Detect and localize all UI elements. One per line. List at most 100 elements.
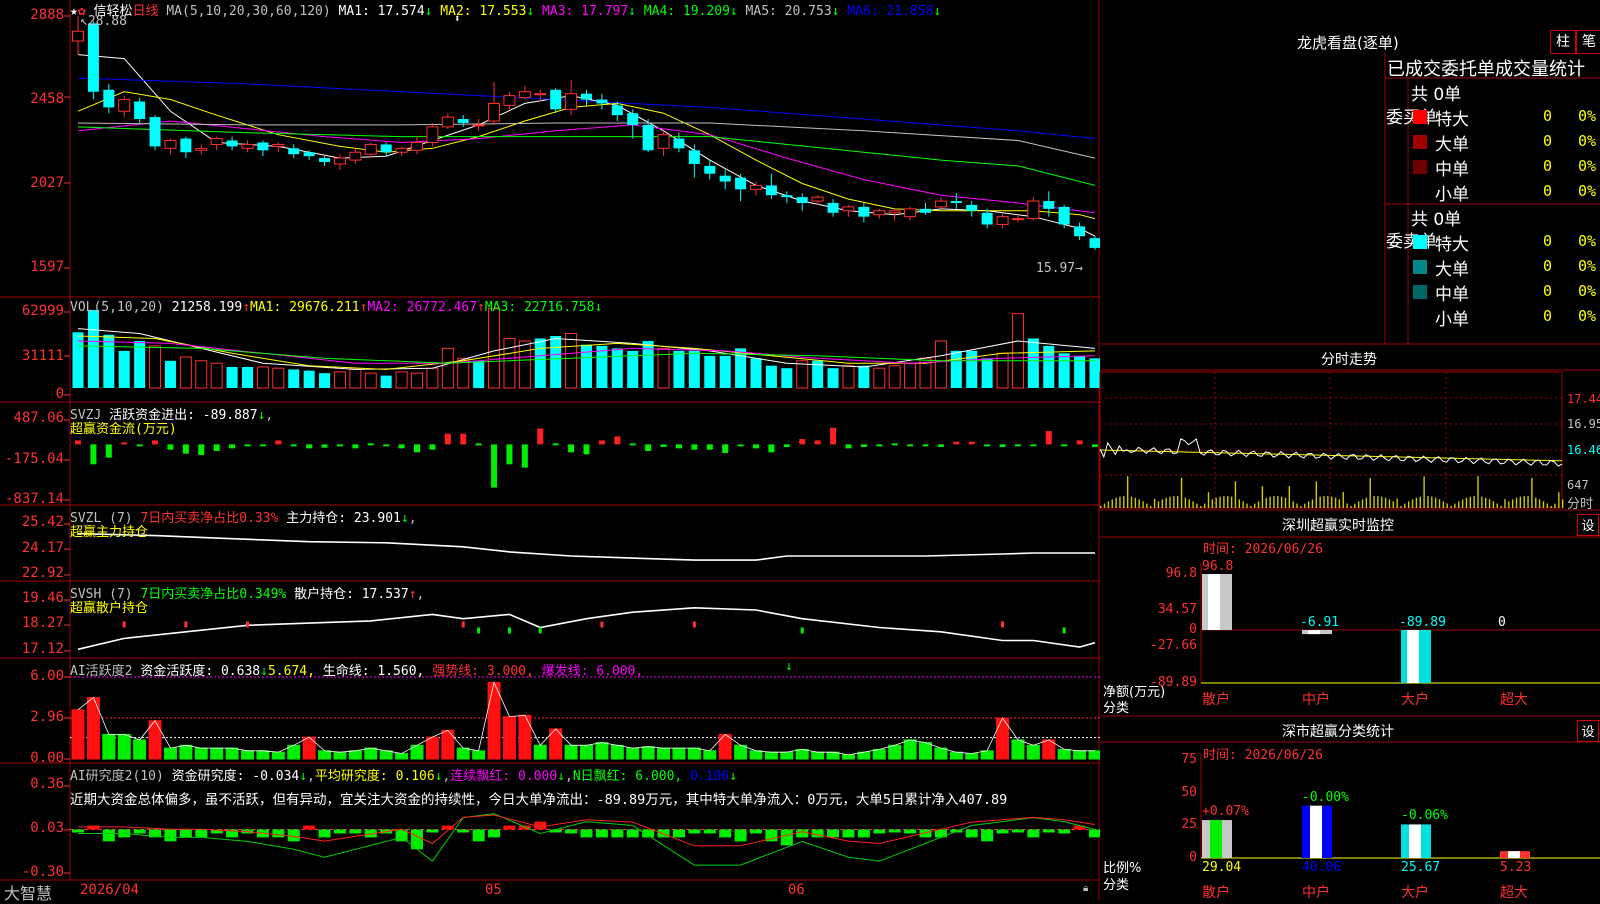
intraday-volume-bar [1473,496,1475,508]
volume-bar [164,360,176,388]
fund-flow-bar [229,444,236,449]
bar-mode-button[interactable]: 柱 [1550,30,1576,54]
activity-bar [163,747,177,760]
intraday-volume-bar [1446,503,1448,508]
intraday-volume-bar [1296,503,1298,508]
intraday-volume-bar [1434,497,1437,508]
retail-tick [1062,627,1066,634]
star-icon[interactable]: ★ [70,4,78,19]
volume-bar [473,360,485,388]
y-label-svzj-2: -837.14 [4,491,64,507]
monitor-settings-button[interactable]: 设 [1577,514,1599,536]
research-bar [565,829,578,834]
classify-change-label: +0.07% [1202,804,1249,820]
fund-flow-bar [568,444,575,453]
fund-flow-bar [336,444,343,447]
volume-bar [303,370,315,388]
intraday-volume-bar [1115,497,1117,508]
buy-row-swatch [1413,185,1427,199]
volume-bar [888,365,901,389]
classify-settings-button[interactable]: 设 [1577,720,1599,742]
candle-body [164,140,177,149]
monitor-bar [1202,574,1232,630]
vol-header: VOL(5,10,20) 21258.199↑MA1: 29676.211↑MA… [70,300,602,315]
intraday-volume-bar [1511,499,1514,508]
intraday-volume-bar [1196,503,1198,508]
intraday-volume-bar [1538,499,1541,508]
volume-bar [488,308,501,389]
activity-bar [364,747,378,760]
candle-body [581,93,592,100]
intraday-volume-bar [1165,497,1167,508]
intraday-volume-bar [1146,503,1148,508]
volume-bar [380,375,392,388]
fund-flow-bar [321,444,328,448]
period-label[interactable]: 日线 [133,4,159,19]
fund-flow-bar [398,444,405,449]
ma-legend-item: MA6: 21.858 [847,4,934,19]
fund-flow-bar [367,443,374,446]
intraday-volume-bar [1400,505,1402,508]
candle-body [288,148,300,155]
lock-icon[interactable]: 🔒︎ [1083,883,1088,894]
intraday-volume-bar [1280,496,1283,508]
intraday-volume-bar [1508,501,1510,508]
candle-body [457,119,469,123]
activity-bar [194,747,208,760]
volume-bar [827,368,839,388]
candle-body [735,177,747,190]
volume-bar [364,372,377,389]
research-bar [349,829,362,834]
y-label-main-0: 2888 [30,7,64,23]
intraday-volume-bar [1423,476,1425,508]
intraday-volume-bar [1415,497,1418,508]
ai-research-a3: ↓ [557,769,565,784]
research-bar [303,825,316,830]
research-bar [179,829,192,838]
ai-active-t4: 强势线: [432,664,480,679]
candle-body [441,116,454,128]
intraday-volume-bar [1523,496,1525,508]
activity-bar [425,736,439,760]
activity-bar [672,747,686,760]
intraday-volume-bar [1381,496,1383,508]
ma-legend-arrow: ↓ [628,4,644,19]
fund-flow-bar [306,444,313,449]
candle-body [149,117,161,147]
candle-body [657,134,670,149]
down-arrow-icon: ↓ [785,659,793,674]
intraday-volume-bar [1350,505,1352,508]
ai-research-v5: 0.106 [690,769,730,784]
candle-body [1089,238,1100,248]
research-bar [318,829,331,838]
fund-flow-bar [383,444,390,447]
research-bar [688,829,701,834]
monitor-category-label: 中户 [1302,692,1330,708]
fund-flow-bar [799,439,806,445]
intraday-volume-bar [1327,496,1329,508]
research-bar [857,829,870,838]
volume-bar [534,338,546,388]
intraday-volume-bar [1515,497,1518,508]
fund-flow-bar [984,444,991,447]
classify-time: 时间: 2026/06/26 [1203,748,1323,763]
monitor-value-label: -89.89 [1399,615,1446,630]
volume-bar [611,348,623,388]
tick-mode-button[interactable]: 笔 [1576,30,1600,54]
intraday-volume-bar [1292,501,1294,508]
monitor-time: 时间: 2026/06/26 [1203,542,1323,557]
candle-body [411,141,423,151]
intraday-volume-bar [1392,501,1394,508]
intraday-vol-label: 647 [1567,478,1589,492]
candle-body [550,89,562,110]
vol-ma1: MA1: 29676.211 [250,300,360,315]
sell-row-value: 0 [1543,257,1553,275]
intraday-price-1: 16.95 [1567,417,1600,431]
candle-body [380,144,392,153]
fund-flow-bar [105,444,112,458]
activity-bar [271,751,285,760]
intraday-volume-bar [1450,505,1452,508]
intraday-volume-bar [1411,499,1414,508]
research-bar [672,829,685,838]
lhb-subtitle: 已成交委托单成交量统计 [1387,59,1585,80]
